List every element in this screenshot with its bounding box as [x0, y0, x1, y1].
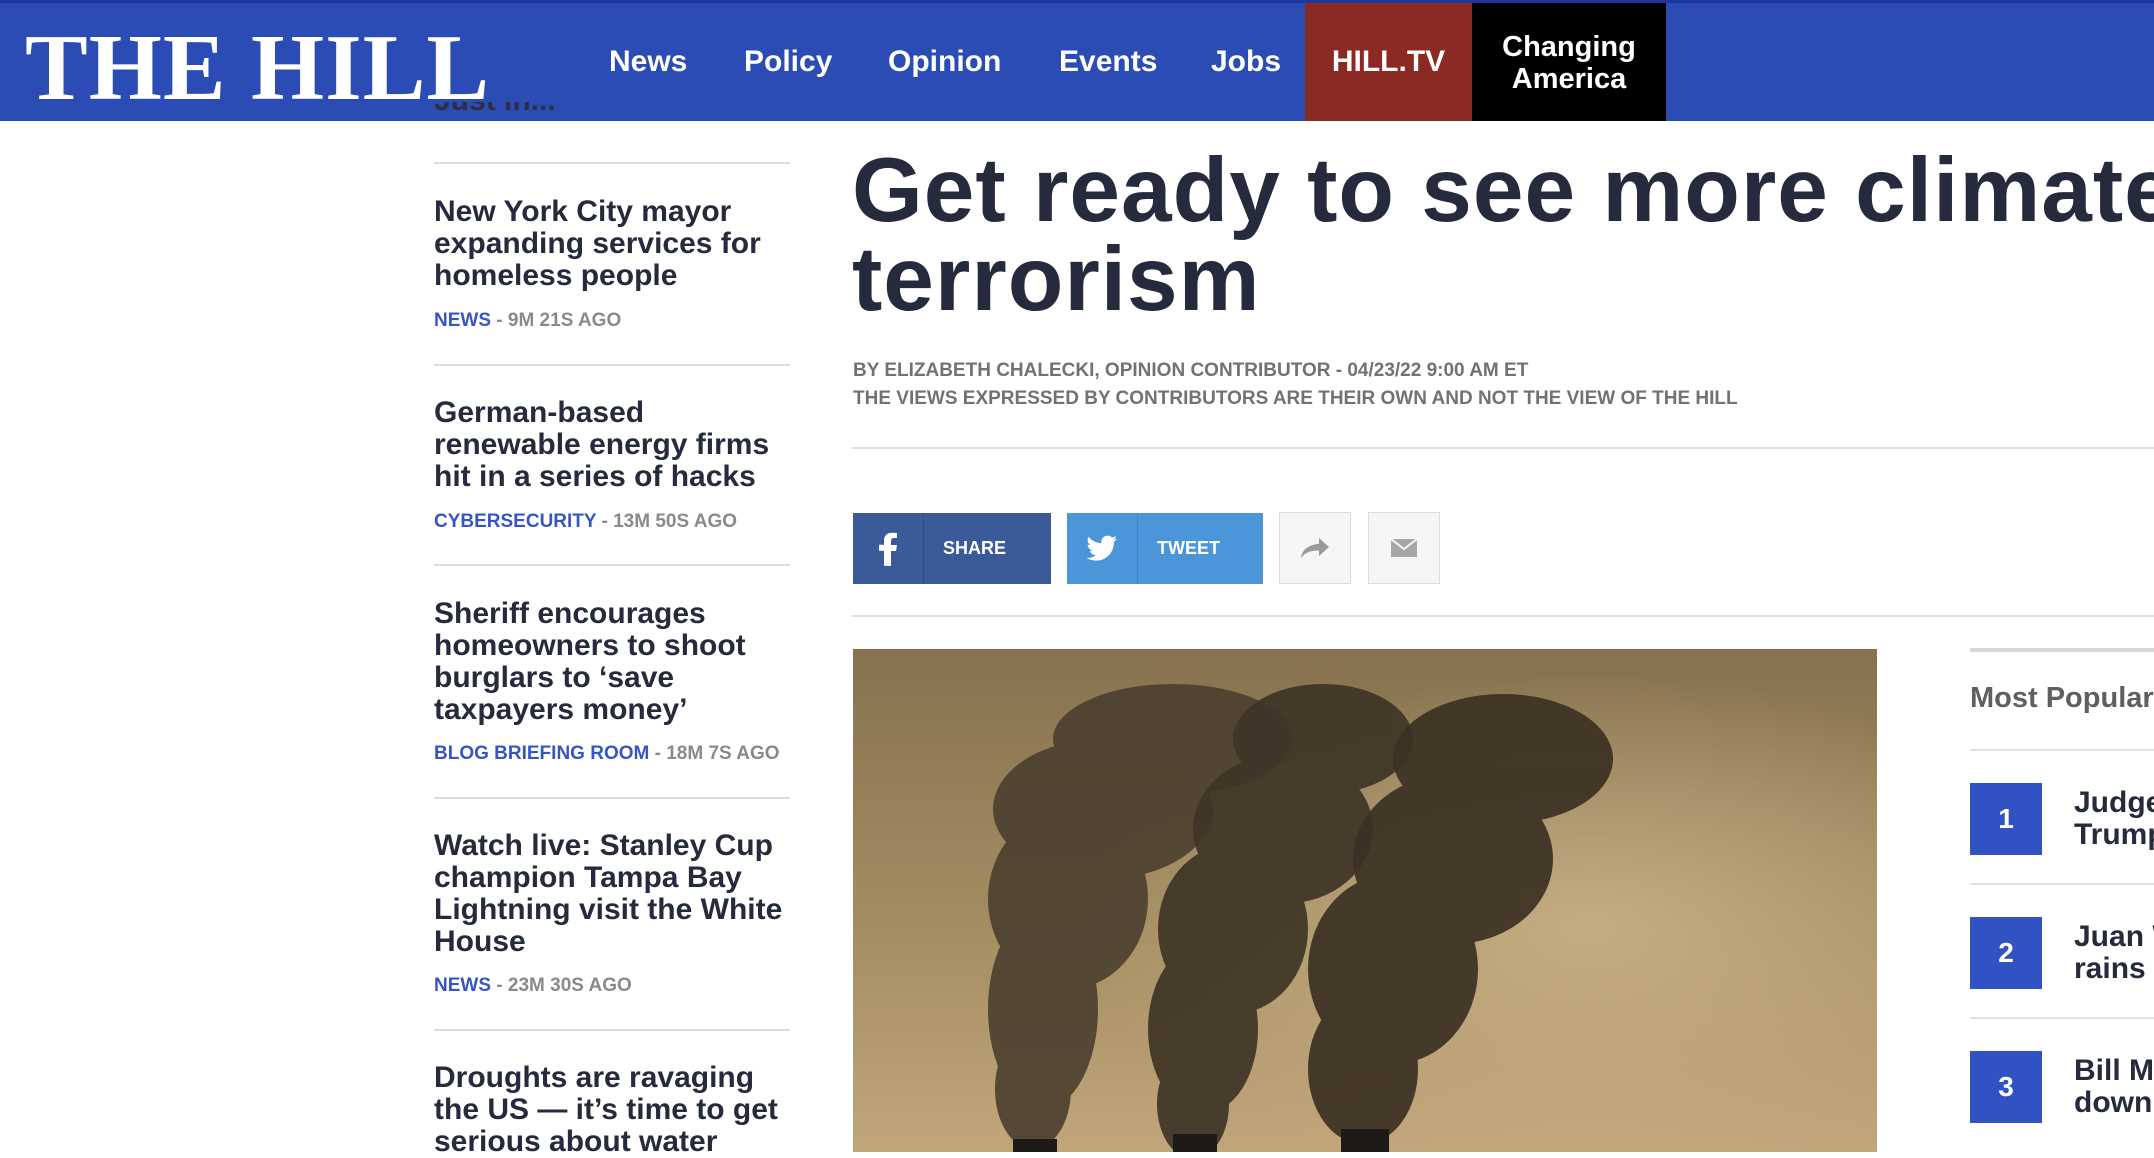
- rail-divider: [434, 364, 790, 366]
- twitter-tweet-button[interactable]: TWEET: [1067, 513, 1263, 584]
- most-popular-item[interactable]: Bill M down: [2074, 1055, 2154, 1119]
- rail-item-title[interactable]: New York City mayor expanding services f…: [434, 196, 790, 292]
- headline-line-1: Get ready to see more climate: [852, 140, 2154, 241]
- opinion-disclaimer: THE VIEWS EXPRESSED BY CONTRIBUTORS ARE …: [853, 388, 1738, 409]
- rail-item-category[interactable]: CYBERSECURITY: [434, 511, 596, 532]
- article-headline: Get ready to see more climate terrorism: [852, 140, 2154, 330]
- rail-item-category[interactable]: NEWS: [434, 975, 491, 996]
- email-share-button[interactable]: [1368, 512, 1440, 584]
- most-popular-item-line: Bill M: [2074, 1055, 2154, 1087]
- rail-divider: [434, 797, 790, 799]
- most-popular-rank: 1: [1970, 783, 2042, 855]
- most-popular-item-line: Trump: [2074, 818, 2154, 851]
- share-label: SHARE: [943, 538, 1007, 558]
- rail-item-time: - 18M 7S AGO: [649, 743, 780, 764]
- rail-divider: [434, 564, 790, 566]
- most-popular-item-line: Judge: [2074, 787, 2154, 819]
- nav-jobs[interactable]: Jobs: [1211, 3, 1281, 121]
- rail-item-meta: BLOG BRIEFING ROOM - 18M 7S AGO: [434, 743, 780, 765]
- rail-item-meta: NEWS - 23M 30S AGO: [434, 975, 632, 997]
- nav-events[interactable]: Events: [1059, 3, 1157, 121]
- site-header: THE HILL News Policy Opinion Events Jobs…: [0, 0, 2154, 121]
- article-divider: [852, 615, 2154, 617]
- most-popular-divider: [1970, 1017, 2154, 1019]
- changing-america-line1: Changing: [1502, 31, 1636, 63]
- rail-item-category[interactable]: NEWS: [434, 310, 491, 331]
- rail-item-meta: CYBERSECURITY - 13M 50S AGO: [434, 511, 737, 533]
- rail-item-title[interactable]: Droughts are ravaging the US — it’s time…: [434, 1062, 790, 1158]
- changing-america-line2: America: [1511, 63, 1627, 95]
- most-popular-item-line: Juan W: [2074, 921, 2154, 953]
- most-popular-item[interactable]: Judge Trump: [2074, 787, 2154, 851]
- facebook-icon: [853, 513, 924, 584]
- article-divider: [852, 447, 2154, 449]
- rail-item-title[interactable]: German-based renewable energy firms hit …: [434, 397, 790, 493]
- rail-item-time: - 13M 50S AGO: [596, 511, 738, 532]
- most-popular-item-line: down: [2074, 1086, 2153, 1119]
- article-photo-smokestacks: [853, 649, 1877, 1152]
- nav-policy[interactable]: Policy: [744, 3, 832, 121]
- rail-item-title[interactable]: Sheriff encourages homeowners to shoot b…: [434, 598, 790, 726]
- most-popular-rank: 2: [1970, 917, 2042, 989]
- twitter-icon: [1067, 513, 1138, 584]
- rail-item-category[interactable]: BLOG BRIEFING ROOM: [434, 743, 649, 764]
- rail-divider: [434, 162, 790, 164]
- site-logo[interactable]: THE HILL: [25, 13, 490, 123]
- most-popular-divider: [1970, 883, 2154, 885]
- rail-heading: Just In...: [434, 102, 614, 118]
- forward-arrow-icon: [1301, 538, 1329, 558]
- share-more-button[interactable]: [1279, 512, 1351, 584]
- most-popular-item-line: rains: [2074, 952, 2146, 985]
- nav-hilltv[interactable]: HILL.TV: [1305, 3, 1472, 121]
- tweet-label: TWEET: [1157, 538, 1220, 558]
- headline-line-2: terrorism: [852, 229, 1261, 330]
- rail-divider: [434, 1029, 790, 1031]
- most-popular-item[interactable]: Juan W rains: [2074, 921, 2154, 985]
- rail-heading-cut: Just In...: [434, 102, 614, 124]
- facebook-share-button[interactable]: SHARE: [853, 513, 1051, 584]
- article-byline: BY ELIZABETH CHALECKI, OPINION CONTRIBUT…: [853, 360, 1529, 381]
- rail-item-time: - 9M 21S AGO: [491, 310, 622, 331]
- nav-opinion[interactable]: Opinion: [888, 3, 1001, 121]
- rail-item-title[interactable]: Watch live: Stanley Cup champion Tampa B…: [434, 830, 790, 958]
- rail-item-time: - 23M 30S AGO: [491, 975, 632, 996]
- most-popular-divider: [1970, 749, 2154, 751]
- rail-item-meta: NEWS - 9M 21S AGO: [434, 310, 621, 332]
- most-popular-rank: 3: [1970, 1051, 2042, 1123]
- most-popular-top-border: [1970, 648, 2154, 652]
- nav-news[interactable]: News: [609, 3, 687, 121]
- nav-changing-america[interactable]: Changing America: [1472, 3, 1666, 121]
- email-icon: [1391, 539, 1417, 557]
- most-popular-heading: Most Popular: [1970, 682, 2154, 714]
